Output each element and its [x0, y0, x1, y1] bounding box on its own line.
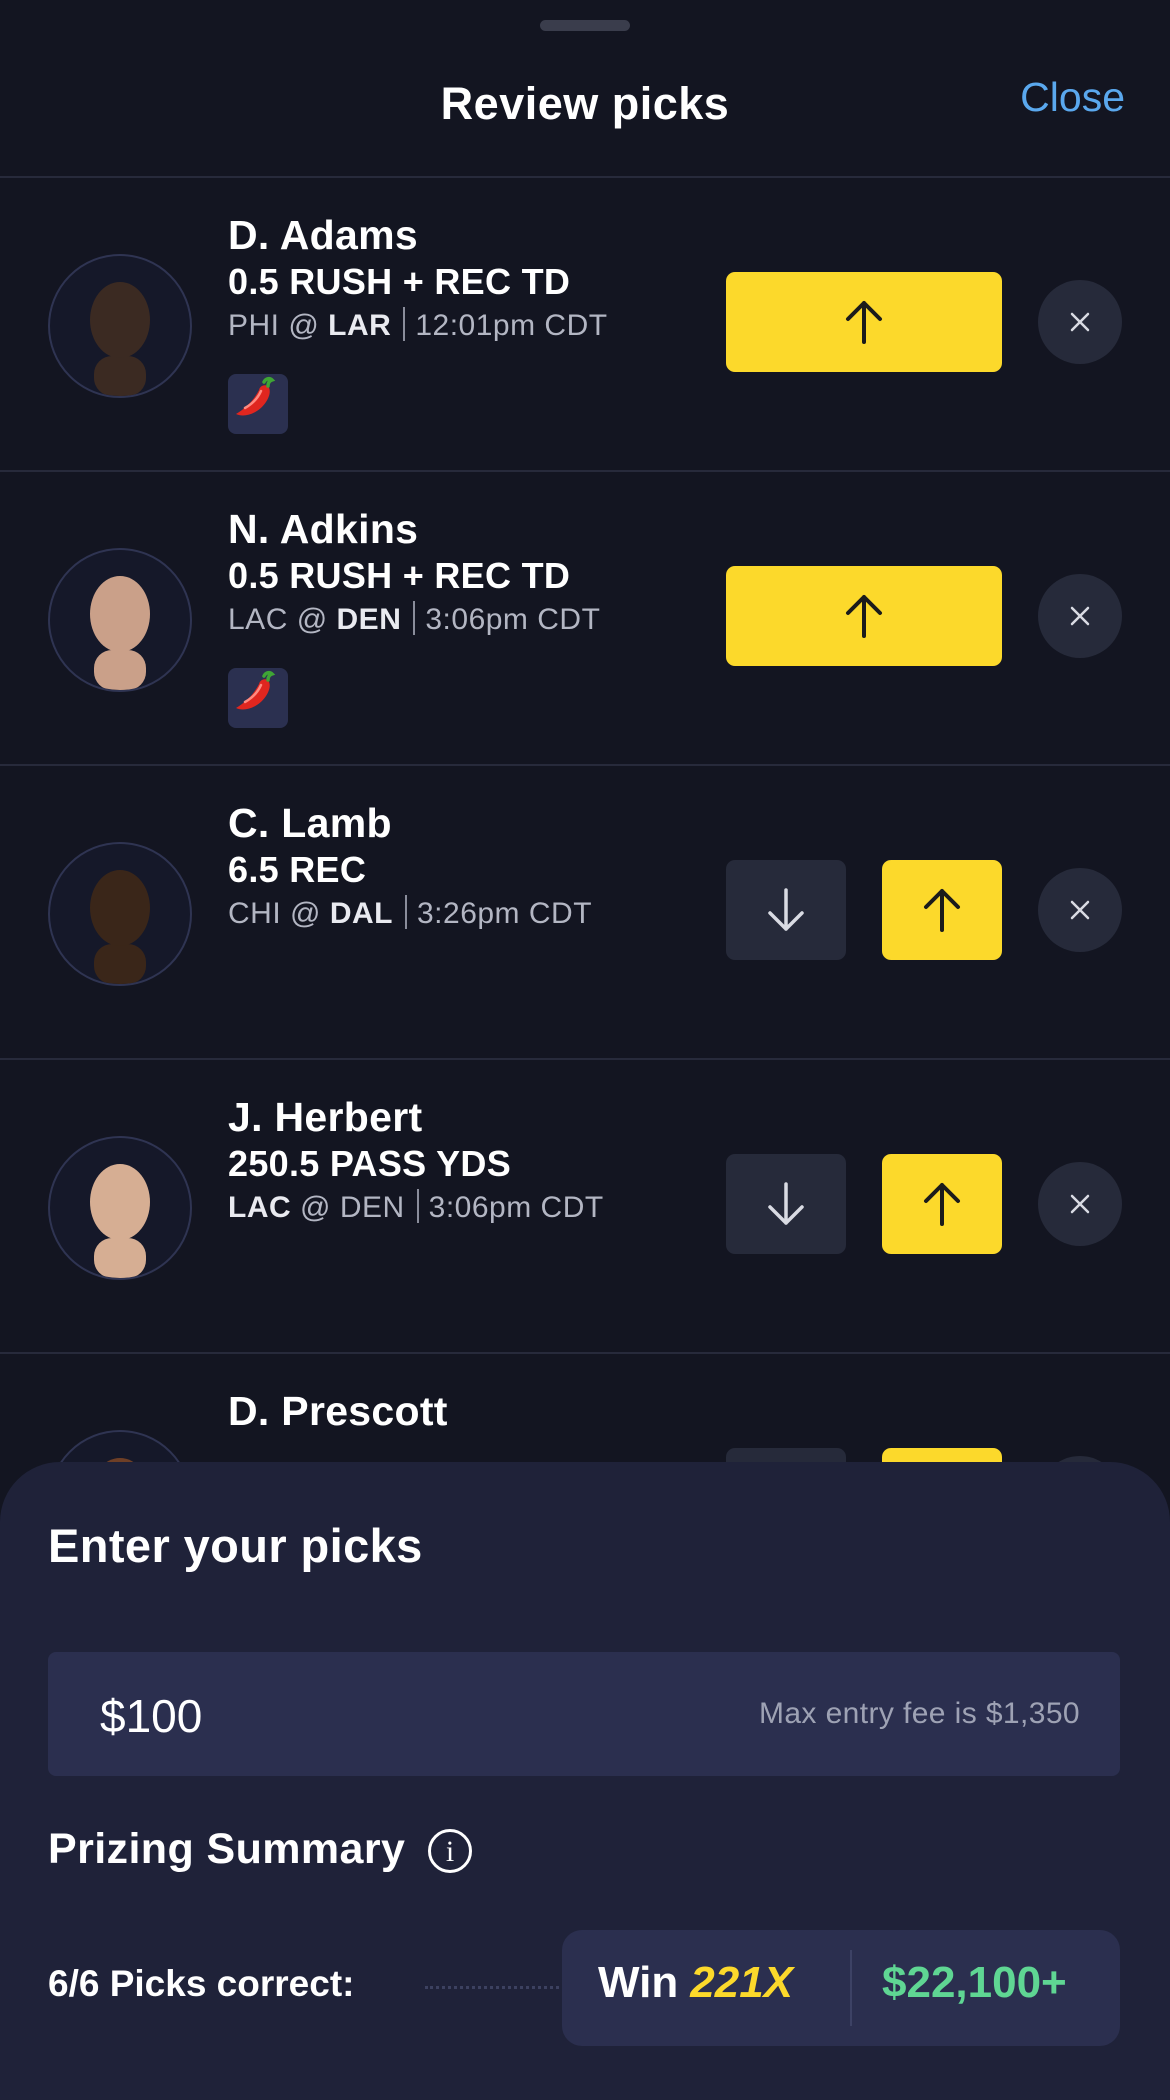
at-symbol: @: [288, 309, 320, 342]
away-team: CHI: [228, 897, 282, 930]
more-button[interactable]: [882, 1154, 1002, 1254]
matchup-separator: [413, 601, 416, 635]
more-button[interactable]: [882, 860, 1002, 960]
pick-row: C. Lamb 6.5 REC CHI @ DAL 3:26pm CDT: [0, 766, 1170, 1058]
player-headshot-icon: [90, 576, 150, 690]
player-avatar: [48, 1136, 192, 1280]
payout-divider: [850, 1950, 852, 2026]
entry-sheet-title: Enter your picks: [48, 1519, 423, 1572]
player-name: D. Prescott: [228, 1388, 448, 1434]
remove-pick-button[interactable]: [1038, 868, 1122, 952]
pick-row: J. Herbert 250.5 PASS YDS LAC @ DEN 3:06pm …: [0, 1060, 1170, 1352]
more-button[interactable]: [726, 566, 1002, 666]
info-icon[interactable]: i: [428, 1829, 472, 1873]
remove-pick-button[interactable]: [1038, 280, 1122, 364]
pick-row: N. Adkins 0.5 RUSH + REC TD LAC @ DEN 3:06p…: [0, 472, 1170, 764]
home-team: DEN: [336, 603, 402, 636]
matchup-separator: [404, 895, 407, 929]
stat-line: 0.5 RUSH + REC TD: [228, 555, 571, 596]
player-headshot-icon: [90, 282, 150, 396]
page-title: Review picks: [440, 78, 730, 129]
matchup-line: LAC @ DEN 3:06pm CDT: [228, 1189, 604, 1225]
matchup-line: PHI @ LAR 12:01pm CDT: [228, 307, 608, 343]
game-time: 3:06pm CDT: [428, 1191, 604, 1224]
away-team: PHI: [228, 309, 280, 342]
at-symbol: @: [290, 897, 321, 930]
remove-pick-button[interactable]: [1038, 574, 1122, 658]
game-time: 12:01pm CDT: [415, 309, 608, 342]
chili-pepper-icon: [228, 376, 280, 430]
matchup-line: LAC @ DEN 3:06pm CDT: [228, 601, 600, 637]
chili-pepper-icon: [228, 670, 280, 724]
close-button[interactable]: Close: [1020, 74, 1125, 121]
less-button[interactable]: [726, 1154, 846, 1254]
entry-sheet: Enter your picks $100 Max entry fee is $…: [0, 1462, 1170, 2100]
header: Review picks Close: [0, 0, 1170, 176]
win-label: Win: [598, 1958, 679, 2007]
player-name: N. Adkins: [228, 506, 419, 552]
player-name: J. Herbert: [228, 1094, 423, 1140]
pick-row: D. Adams 0.5 RUSH + REC TD PHI @ LAR 12:01p…: [0, 178, 1170, 470]
at-symbol: @: [296, 603, 328, 636]
player-avatar: [48, 842, 192, 986]
player-name: D. Adams: [228, 212, 418, 258]
matchup-separator: [416, 1189, 419, 1223]
home-team: DEN: [339, 1191, 405, 1224]
hot-pick-badge: [228, 374, 288, 434]
entry-amount-value[interactable]: $100: [100, 1689, 202, 1743]
away-team: LAC: [228, 1191, 292, 1224]
picks-correct-label: 6/6 Picks correct:: [48, 1963, 355, 2004]
player-name: C. Lamb: [228, 800, 392, 846]
entry-amount-field[interactable]: $100 Max entry fee is $1,350: [48, 1652, 1120, 1776]
home-team: LAR: [328, 309, 392, 342]
player-avatar: [48, 548, 192, 692]
max-entry-fee-hint: Max entry fee is $1,350: [758, 1697, 1080, 1730]
matchup-separator: [403, 307, 406, 341]
player-avatar: [48, 254, 192, 398]
stat-line: 6.5 REC: [228, 849, 367, 890]
game-time: 3:06pm CDT: [425, 603, 601, 636]
more-button[interactable]: [726, 272, 1002, 372]
dotted-leader: [425, 1986, 565, 1989]
at-symbol: @: [300, 1191, 331, 1224]
away-team: LAC: [228, 603, 288, 636]
payout-multiplier: 221X: [690, 1958, 794, 2007]
win-text: Win 221X: [598, 1958, 793, 2008]
game-time: 3:26pm CDT: [416, 897, 593, 930]
remove-pick-button[interactable]: [1038, 1162, 1122, 1246]
stat-line: 0.5 RUSH + REC TD: [228, 261, 571, 302]
payout-box: Win 221X $22,100+: [562, 1930, 1120, 2046]
prizing-summary-title: Prizing Summary: [48, 1825, 406, 1873]
payout-amount: $22,100+: [882, 1958, 1067, 2007]
home-team: DAL: [329, 897, 393, 930]
stat-line: 250.5 PASS YDS: [228, 1143, 512, 1184]
player-headshot-icon: [90, 1164, 150, 1278]
matchup-line: CHI @ DAL 3:26pm CDT: [228, 895, 592, 931]
less-button[interactable]: [726, 860, 846, 960]
player-headshot-icon: [90, 870, 150, 984]
hot-pick-badge: [228, 668, 288, 728]
